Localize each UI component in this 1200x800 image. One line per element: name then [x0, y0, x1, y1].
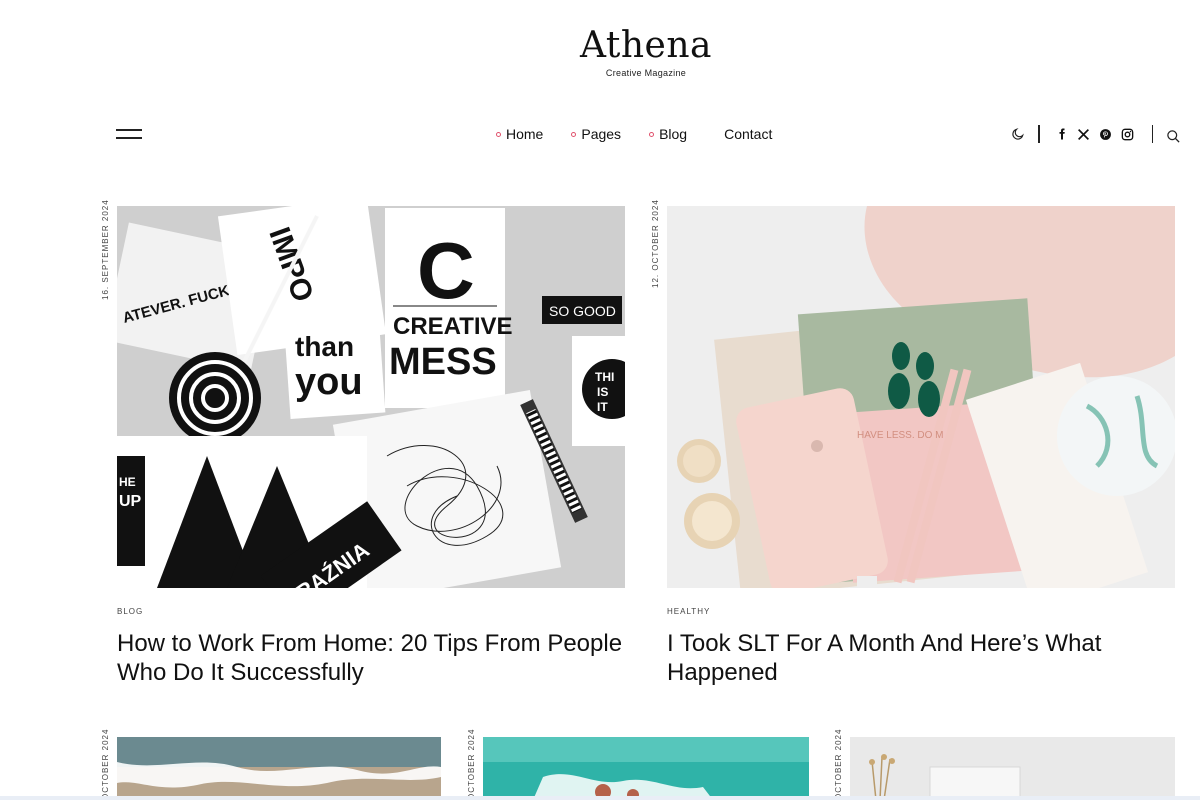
- nav-label: Blog: [659, 126, 688, 142]
- scroll-edge: [0, 796, 1200, 800]
- svg-text:C: C: [417, 226, 475, 315]
- nav-item-blog[interactable]: Blog: [649, 126, 687, 142]
- nav-label: Home: [506, 126, 544, 142]
- site-logo[interactable]: Athena Creative Magazine: [0, 24, 1200, 78]
- post-date: OCTOBER 2024: [834, 728, 843, 800]
- svg-text:HAVE LESS. DO M: HAVE LESS. DO M: [857, 430, 944, 441]
- nav-dot-icon: [571, 131, 577, 137]
- hamburger-menu-icon[interactable]: [116, 127, 142, 141]
- main-nav: Home Pages Blog Contact: [496, 126, 800, 142]
- site-subtitle: Creative Magazine: [605, 68, 687, 78]
- svg-text:SO GOOD: SO GOOD: [549, 303, 616, 319]
- post-image[interactable]: [850, 737, 1175, 800]
- svg-text:HE: HE: [119, 475, 136, 489]
- post-title[interactable]: How to Work From Home: 20 Tips From Peop…: [117, 629, 627, 687]
- svg-text:CREATIVE: CREATIVE: [393, 313, 513, 340]
- nav-item-home[interactable]: Home: [496, 126, 543, 142]
- header-tools: [1010, 124, 1181, 144]
- post-category[interactable]: BLOG: [117, 607, 143, 616]
- post-image[interactable]: [483, 737, 809, 800]
- site-title[interactable]: Athena: [0, 24, 1200, 68]
- svg-text:THI: THI: [595, 370, 614, 384]
- svg-text:than: than: [295, 331, 354, 362]
- post-image[interactable]: ATEVER. FUCK IT. IMPO C CREATIVE MESS th…: [117, 206, 625, 588]
- social-links: [1054, 126, 1136, 142]
- post-date: 12. OCTOBER 2024: [651, 199, 660, 288]
- pinterest-icon[interactable]: [1098, 126, 1114, 142]
- nav-dot-icon: [649, 131, 655, 137]
- nav-label: Pages: [581, 126, 622, 142]
- search-icon[interactable]: [1165, 128, 1181, 144]
- instagram-icon[interactable]: [1120, 126, 1136, 142]
- divider: [1038, 125, 1040, 143]
- svg-text:UP: UP: [119, 493, 142, 510]
- nav-item-pages[interactable]: Pages: [571, 126, 621, 142]
- facebook-icon[interactable]: [1054, 126, 1070, 142]
- post-title[interactable]: I Took SLT For A Month And Here’s What H…: [667, 629, 1187, 687]
- svg-text:you: you: [295, 361, 363, 403]
- moon-icon[interactable]: [1010, 126, 1026, 142]
- post-date: OCTOBER 2024: [467, 728, 476, 800]
- post-image[interactable]: HAVE LESS. DO M: [667, 206, 1175, 588]
- x-icon[interactable]: [1076, 126, 1092, 142]
- nav-label: Contact: [724, 126, 773, 142]
- svg-text:IS: IS: [597, 385, 608, 399]
- post-image[interactable]: [117, 737, 441, 800]
- post-date: OCTOBER 2024: [101, 728, 110, 800]
- svg-text:MESS: MESS: [389, 341, 497, 383]
- divider: [1151, 125, 1153, 143]
- post-date: 16. SEPTEMBER 2024: [101, 199, 110, 300]
- post-category[interactable]: HEALTHY: [667, 607, 710, 616]
- svg-text:IT: IT: [597, 400, 608, 414]
- nav-dot-icon: [496, 131, 501, 137]
- nav-item-contact[interactable]: Contact: [724, 126, 772, 142]
